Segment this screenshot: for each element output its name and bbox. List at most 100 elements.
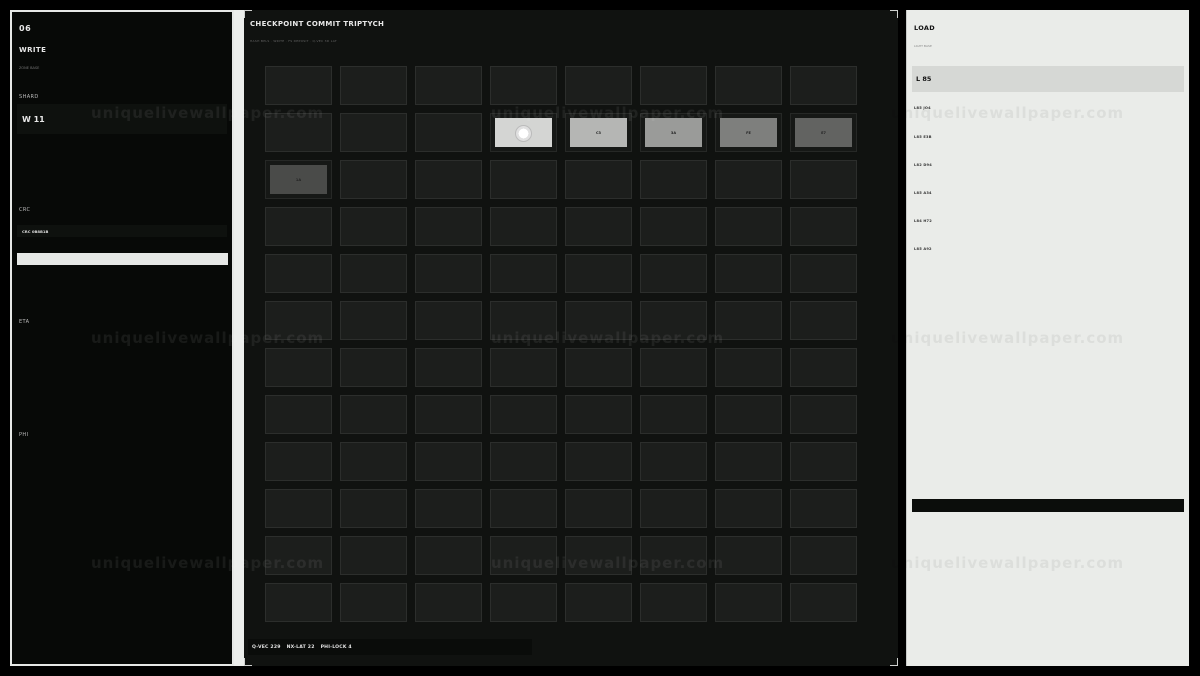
grid-cell[interactable] (790, 207, 857, 246)
grid-cell[interactable] (715, 301, 782, 340)
grid-cell[interactable] (490, 489, 557, 528)
grid-cell[interactable] (340, 536, 407, 575)
grid-cell[interactable] (340, 489, 407, 528)
grid-cell[interactable] (565, 583, 632, 622)
grid-cell[interactable] (715, 536, 782, 575)
grid-cell[interactable] (715, 160, 782, 199)
grid-cell[interactable]: C3 (565, 113, 632, 152)
grid-cell[interactable] (490, 395, 557, 434)
grid-cell[interactable] (790, 160, 857, 199)
block-tile[interactable]: E7 (795, 118, 852, 147)
grid-cell[interactable] (790, 583, 857, 622)
grid-cell[interactable] (415, 536, 482, 575)
block-tile[interactable]: 3A (645, 118, 702, 147)
grid-cell[interactable] (790, 254, 857, 293)
grid-cell[interactable] (565, 66, 632, 105)
grid-cell[interactable]: 3A (640, 113, 707, 152)
grid-cell[interactable] (340, 207, 407, 246)
block-tile[interactable]: 1A (270, 165, 327, 194)
grid-cell[interactable]: 9F (490, 113, 557, 152)
grid-cell[interactable] (565, 254, 632, 293)
grid-cell[interactable] (415, 66, 482, 105)
grid-cell[interactable] (490, 442, 557, 481)
grid-cell[interactable] (415, 160, 482, 199)
grid-cell[interactable] (715, 489, 782, 528)
grid-cell[interactable] (340, 583, 407, 622)
grid-cell[interactable] (565, 348, 632, 387)
grid-cell[interactable] (340, 395, 407, 434)
block-tile[interactable]: C3 (570, 118, 627, 147)
grid-cell[interactable] (490, 254, 557, 293)
grid-cell[interactable] (640, 207, 707, 246)
grid-cell[interactable] (340, 160, 407, 199)
grid-cell[interactable] (265, 113, 332, 152)
grid-cell[interactable] (340, 301, 407, 340)
grid-cell[interactable] (790, 489, 857, 528)
grid-cell[interactable] (640, 489, 707, 528)
grid-cell[interactable] (265, 207, 332, 246)
grid-cell[interactable] (640, 348, 707, 387)
grid-cell[interactable] (640, 254, 707, 293)
grid-cell[interactable] (265, 66, 332, 105)
grid-cell[interactable] (490, 348, 557, 387)
grid-cell[interactable] (340, 254, 407, 293)
grid-cell[interactable] (415, 442, 482, 481)
grid-cell[interactable] (790, 348, 857, 387)
grid-cell[interactable] (415, 348, 482, 387)
grid-cell[interactable] (265, 489, 332, 528)
grid-cell[interactable] (415, 113, 482, 152)
grid-cell[interactable] (265, 348, 332, 387)
grid-cell[interactable] (790, 442, 857, 481)
grid-cell[interactable] (265, 254, 332, 293)
grid-cell[interactable] (415, 489, 482, 528)
grid-cell[interactable]: 1A (265, 160, 332, 199)
grid-cell[interactable] (640, 160, 707, 199)
grid-cell[interactable] (265, 583, 332, 622)
grid-cell[interactable] (565, 395, 632, 434)
grid-cell[interactable] (715, 207, 782, 246)
grid-cell[interactable] (640, 536, 707, 575)
grid-cell[interactable] (490, 536, 557, 575)
grid-cell[interactable] (340, 442, 407, 481)
grid-cell[interactable] (790, 536, 857, 575)
grid-cell[interactable] (490, 66, 557, 105)
grid-cell[interactable] (415, 207, 482, 246)
grid-cell[interactable] (490, 583, 557, 622)
block-tile[interactable]: 9F (495, 118, 552, 147)
grid-cell[interactable] (715, 583, 782, 622)
grid-cell[interactable] (565, 160, 632, 199)
grid-cell[interactable] (490, 160, 557, 199)
grid-cell[interactable] (565, 489, 632, 528)
grid-cell[interactable] (565, 536, 632, 575)
grid-cell[interactable] (790, 66, 857, 105)
grid-cell[interactable]: E7 (790, 113, 857, 152)
grid-cell[interactable] (715, 442, 782, 481)
grid-cell[interactable] (790, 395, 857, 434)
grid-cell[interactable] (340, 113, 407, 152)
grid-cell[interactable] (340, 348, 407, 387)
grid-cell[interactable] (640, 442, 707, 481)
grid-cell[interactable] (415, 583, 482, 622)
grid-cell[interactable] (415, 395, 482, 434)
grid-cell[interactable] (265, 301, 332, 340)
grid-cell[interactable] (715, 66, 782, 105)
block-tile[interactable]: FE (720, 118, 777, 147)
grid-cell[interactable] (640, 301, 707, 340)
grid-cell[interactable]: FE (715, 113, 782, 152)
grid-cell[interactable] (340, 66, 407, 105)
grid-cell[interactable] (265, 442, 332, 481)
grid-cell[interactable] (490, 207, 557, 246)
grid-cell[interactable] (565, 301, 632, 340)
grid-cell[interactable] (715, 254, 782, 293)
grid-cell[interactable] (265, 395, 332, 434)
grid-cell[interactable] (565, 207, 632, 246)
grid-cell[interactable] (265, 536, 332, 575)
grid-cell[interactable] (715, 348, 782, 387)
grid-cell[interactable] (790, 301, 857, 340)
grid-cell[interactable] (715, 395, 782, 434)
grid-cell[interactable] (490, 301, 557, 340)
grid-cell[interactable] (640, 395, 707, 434)
grid-cell[interactable] (415, 301, 482, 340)
grid-cell[interactable] (640, 583, 707, 622)
grid-cell[interactable] (415, 254, 482, 293)
